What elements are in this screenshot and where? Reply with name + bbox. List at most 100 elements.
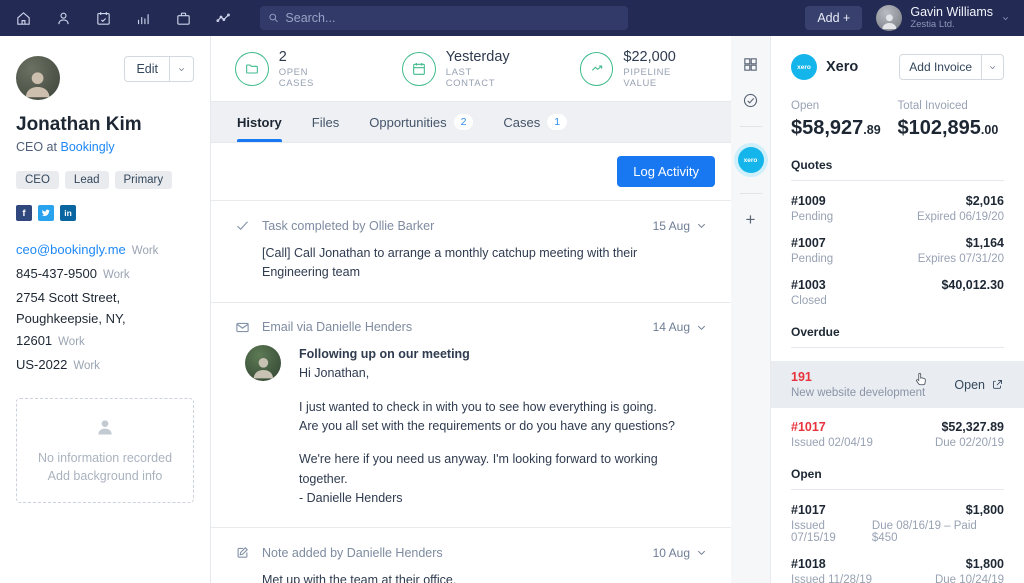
- timeline-item-title: Email via Danielle Henders: [262, 320, 641, 334]
- timeline-item-date[interactable]: 14 Aug: [653, 320, 707, 334]
- invoice-row[interactable]: #1018Issued 11/28/19 $1,800Due 10/24/19: [791, 557, 1004, 583]
- panel-title-text: Xero: [826, 59, 858, 75]
- quote-row[interactable]: #1003Closed $40,012.30: [791, 278, 1004, 307]
- invoice-issued: Issued 02/04/19: [791, 437, 873, 449]
- add-background-info[interactable]: No information recorded Add background i…: [16, 398, 194, 503]
- apps-grid-icon[interactable]: [741, 54, 761, 74]
- project-hover-row[interactable]: 191 New website development Open: [771, 361, 1024, 408]
- linkedin-icon[interactable]: in: [60, 205, 76, 221]
- add-button[interactable]: Add +: [805, 6, 862, 30]
- quote-row[interactable]: #1009Pending $2,016Expired 06/19/20: [791, 194, 1004, 223]
- open-label: Open: [954, 378, 985, 392]
- tasks-check-icon[interactable]: [741, 90, 761, 110]
- add-invoice-button[interactable]: Add Invoice: [900, 55, 981, 79]
- section-header: Open: [791, 467, 1004, 490]
- invoice-issued: Issued 07/15/19: [791, 520, 872, 544]
- add-invoice-dropdown[interactable]: [981, 55, 1003, 79]
- mouse-cursor: [913, 371, 929, 389]
- open-external-link[interactable]: Open: [954, 378, 1004, 392]
- history-timeline: Task completed by Ollie Barker 15 Aug [C…: [211, 201, 731, 583]
- quote-id: #1003: [791, 278, 827, 292]
- invoice-id: #1017: [791, 503, 872, 517]
- user-menu[interactable]: Gavin Williams Zestia Ltd.: [876, 5, 1010, 31]
- quote-id: #1007: [791, 236, 833, 250]
- social-links: f in: [16, 205, 194, 221]
- external-link-icon: [991, 378, 1004, 391]
- total-label: Open: [791, 100, 898, 112]
- timeline-item-note: Note added by Danielle Henders 10 Aug Me…: [211, 528, 731, 583]
- rail-divider: [740, 126, 762, 127]
- quote-row[interactable]: #1007Pending $1,164Expires 07/31/20: [791, 236, 1004, 265]
- rail-divider: [740, 193, 762, 194]
- contact-role: CEO at Bookingly: [16, 140, 194, 154]
- cases-icon[interactable]: [174, 9, 192, 27]
- field-type-label: Work: [132, 245, 159, 257]
- invoice-amount: $1,800: [966, 503, 1004, 517]
- date-text: 15 Aug: [653, 219, 690, 233]
- timeline-item-date[interactable]: 15 Aug: [653, 219, 707, 233]
- calendar-icon[interactable]: [94, 9, 112, 27]
- stat-value: Yesterday: [446, 49, 524, 65]
- home-icon[interactable]: [14, 9, 32, 27]
- tab-label: Cases: [503, 115, 540, 130]
- contact-avatar: [16, 56, 60, 100]
- trend-up-icon: [589, 61, 605, 77]
- sales-icon[interactable]: [214, 9, 232, 27]
- stat-label: OPEN CASES: [279, 67, 346, 89]
- tag-pill[interactable]: Primary: [115, 171, 173, 189]
- tag-list: CEO Lead Primary: [16, 171, 194, 189]
- project-name: New website development: [791, 387, 925, 399]
- top-navbar: Add + Gavin Williams Zestia Ltd.: [0, 0, 1024, 36]
- total-cents: .89: [863, 123, 880, 137]
- folder-icon: [244, 61, 260, 77]
- tab-label: Opportunities: [369, 115, 446, 130]
- summary-stats: 2OPEN CASES YesterdayLAST CONTACT $22,00…: [211, 36, 731, 102]
- tag-pill[interactable]: CEO: [16, 171, 59, 189]
- timeline-item-email: Email via Danielle Henders 14 Aug Follow…: [211, 303, 731, 529]
- stat-pipeline-value: $22,000PIPELINE VALUE: [580, 49, 707, 89]
- twitter-icon[interactable]: [38, 205, 54, 221]
- total-label: Total Invoiced: [898, 100, 1005, 112]
- invoice-row[interactable]: #1017Issued 07/15/19 $1,800Due 08/16/19 …: [791, 503, 1004, 544]
- tag-pill[interactable]: Lead: [65, 171, 109, 189]
- xero-open-total: Open $58,927.89: [791, 100, 898, 140]
- tab-files[interactable]: Files: [312, 102, 339, 142]
- reports-icon[interactable]: [134, 9, 152, 27]
- facebook-icon[interactable]: f: [16, 205, 32, 221]
- note-edit-icon: [235, 545, 250, 560]
- xero-integration-icon[interactable]: xero: [734, 143, 768, 177]
- search-input[interactable]: [285, 11, 620, 25]
- timeline-item-date[interactable]: 10 Aug: [653, 546, 707, 560]
- envelope-icon: [235, 320, 250, 335]
- total-value: $58,927: [791, 117, 863, 139]
- timeline-item-title: Note added by Danielle Henders: [262, 546, 641, 560]
- quote-status: Pending: [791, 211, 833, 223]
- edit-button[interactable]: Edit: [125, 57, 169, 81]
- chevron-down-icon: [988, 63, 997, 72]
- tab-cases[interactable]: Cases 1: [503, 102, 567, 142]
- phone-value: 845-437-9500: [16, 266, 97, 281]
- empty-state-title: No information recorded: [27, 449, 183, 468]
- search-icon: [268, 12, 279, 24]
- contacts-icon[interactable]: [54, 9, 72, 27]
- log-activity-button[interactable]: Log Activity: [617, 156, 715, 187]
- company-link[interactable]: Bookingly: [60, 140, 114, 154]
- field-type-label: Work: [73, 360, 100, 372]
- quote-detail: Expired 06/19/20: [917, 211, 1004, 223]
- field-type-label: Work: [58, 336, 85, 348]
- tab-bar: History Files Opportunities2 Cases 1: [211, 102, 731, 143]
- total-cents: .00: [981, 123, 998, 137]
- tab-badge: 1: [547, 114, 567, 130]
- email-text: - Danielle Henders: [299, 491, 403, 505]
- stat-last-contact: YesterdayLAST CONTACT: [402, 49, 524, 89]
- contact-sidebar: Edit Jonathan Kim CEO at Bookingly CEO L…: [0, 36, 211, 583]
- sender-avatar: [245, 345, 281, 381]
- email-link[interactable]: ceo@bookingly.me: [16, 242, 126, 257]
- tab-history[interactable]: History: [237, 102, 282, 142]
- edit-dropdown-button[interactable]: [169, 57, 193, 81]
- role-text: CEO at: [16, 140, 57, 154]
- add-integration-icon[interactable]: +: [746, 210, 756, 230]
- note-line: Met up with the team at their office.: [262, 571, 707, 583]
- tab-opportunities[interactable]: Opportunities2: [369, 102, 473, 142]
- invoice-row[interactable]: #1017Issued 02/04/19 $52,327.89Due 02/20…: [791, 420, 1004, 449]
